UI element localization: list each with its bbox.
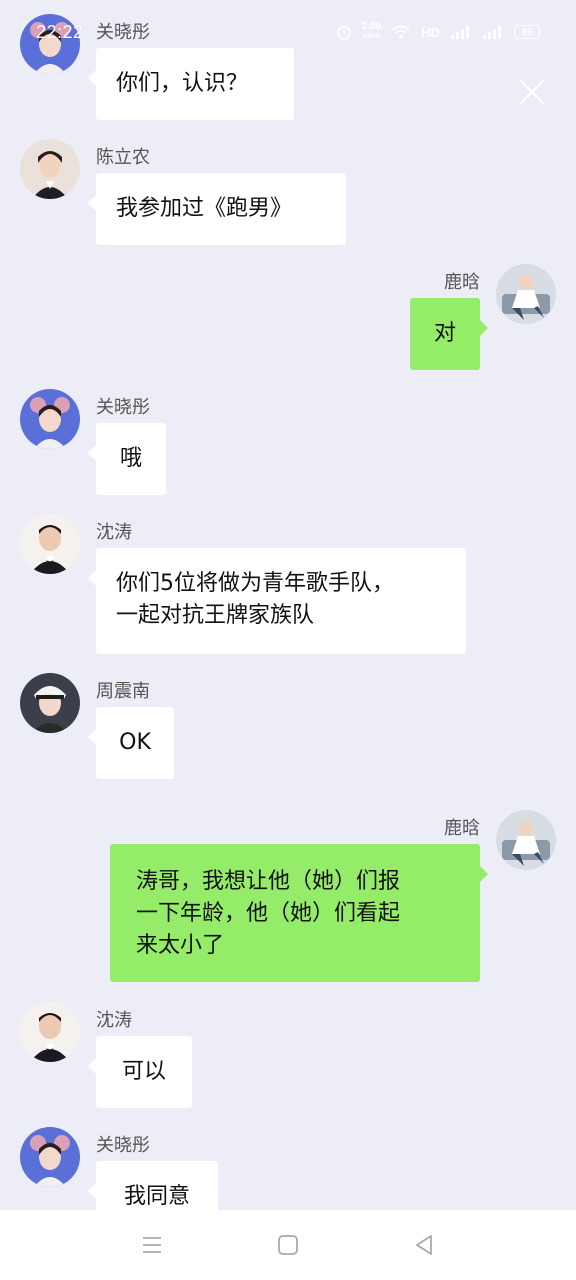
sender-name: 陈立农 (96, 147, 150, 168)
chat-area[interactable]: 关晓彤 你们，认识？ 陈立农 我参加过《跑男》 鹿晗 对 关晓彤 哦 沈涛 你们… (0, 0, 576, 1210)
home-button[interactable] (275, 1232, 301, 1258)
message-bubble[interactable]: OK (88, 707, 174, 779)
sender-name: 周震南 (96, 681, 150, 702)
message-bubble[interactable]: 哦 (88, 423, 166, 495)
network-speed: 2.00 KB/S (362, 22, 381, 42)
alarm-icon (336, 26, 351, 40)
back-button[interactable] (411, 1232, 437, 1258)
avatar-luhan[interactable] (496, 810, 556, 870)
avatar-guanxiaotong[interactable] (20, 1127, 80, 1187)
battery-icon: 65 (514, 25, 540, 39)
network-speed-value: 2.00 (361, 21, 382, 32)
network-speed-unit: KB/S (363, 33, 380, 40)
back-icon (416, 1235, 432, 1255)
close-icon (518, 78, 546, 106)
signal-icon (451, 26, 469, 39)
sender-name: 关晓彤 (96, 1135, 150, 1156)
sender-name: 沈涛 (96, 1010, 132, 1031)
avatar-guanxiaotong-image (20, 1127, 80, 1187)
message-line: 来太小了 (136, 933, 225, 958)
menu-button[interactable] (139, 1232, 165, 1258)
message-bubble[interactable]: 我同意 (88, 1161, 218, 1210)
status-bar: 22:22 2.00 KB/S HD 65 (0, 0, 576, 70)
avatar-chenlinong[interactable] (20, 139, 80, 199)
wifi-icon (392, 25, 410, 39)
sender-name: 鹿晗 (444, 272, 480, 293)
avatar-zhouzhennan-image (20, 673, 80, 733)
sender-name: 沈涛 (96, 522, 132, 543)
navigation-bar (0, 1210, 576, 1280)
avatar-guanxiaotong[interactable] (20, 389, 80, 449)
sender-name: 鹿晗 (444, 818, 480, 839)
avatar-shentao[interactable] (20, 1002, 80, 1062)
sender-name: 关晓彤 (96, 397, 150, 418)
message-line: 涛哥，我想让他（她）们报 (136, 869, 401, 894)
status-icons: 2.00 KB/S HD 65 (336, 22, 540, 42)
status-time: 22:22 (36, 22, 84, 42)
menu-icon (143, 1237, 161, 1253)
message-bubble[interactable]: 涛哥，我想让他（她）们报 一下年龄，他（她）们看起 来太小了 (110, 844, 488, 982)
message-line: 一下年龄，他（她）们看起 (136, 901, 401, 926)
home-icon (278, 1235, 298, 1255)
hd-label: HD (421, 24, 440, 40)
avatar-chenlinong-image (20, 139, 80, 199)
close-button[interactable] (516, 76, 548, 108)
avatar-shentao[interactable] (20, 514, 80, 574)
avatar-luhan[interactable] (496, 264, 556, 324)
signal-icon (483, 26, 501, 39)
message-bubble[interactable]: 可以 (88, 1036, 192, 1108)
message-line: 一起对抗王牌家族队 (116, 603, 315, 628)
avatar-guanxiaotong-image (20, 389, 80, 449)
avatar-shentao-image (20, 514, 80, 574)
avatar-zhouzhennan[interactable] (20, 673, 80, 733)
message-line: 你们5位将做为青年歌手队， (116, 571, 394, 596)
avatar-luhan-image (496, 264, 556, 324)
message-bubble[interactable]: 对 (410, 298, 488, 370)
avatar-shentao-image (20, 1002, 80, 1062)
avatar-luhan-image (496, 810, 556, 870)
message-bubble[interactable]: 我参加过《跑男》 (88, 173, 346, 245)
message-bubble[interactable]: 你们5位将做为青年歌手队， 一起对抗王牌家族队 (88, 548, 466, 654)
